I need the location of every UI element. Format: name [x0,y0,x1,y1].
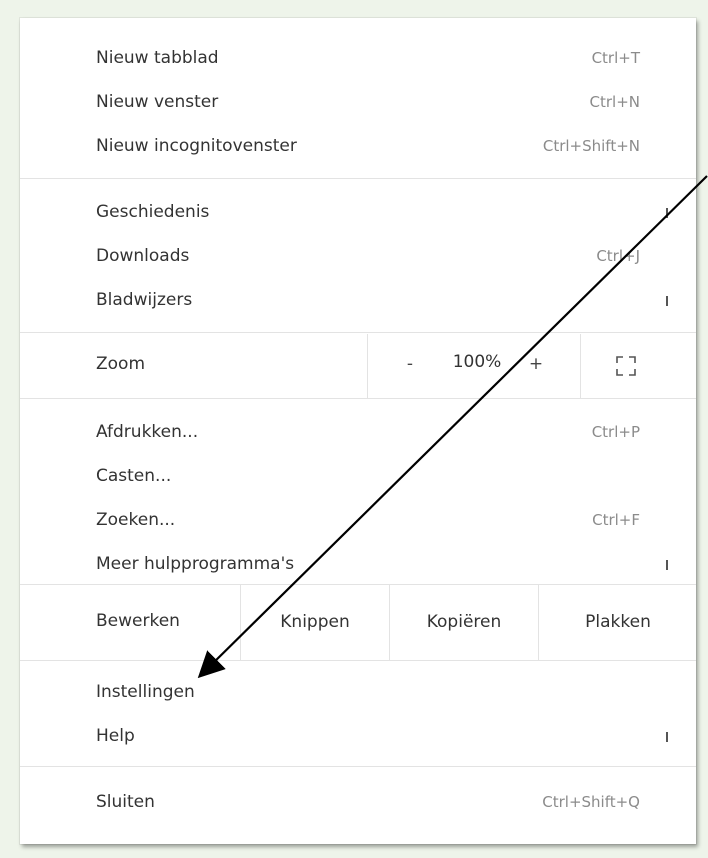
menu-item-more-tools[interactable]: Meer hulpprogramma's [20,542,696,586]
edit-row: Bewerken Knippen Kopiëren Plakken [20,584,696,660]
edit-label: Bewerken [96,611,180,631]
find-shortcut: Ctrl+F [592,511,640,529]
menu-separator [20,398,696,399]
zoom-row: Zoom - 100% + [20,334,696,398]
menu-item-new-tab[interactable]: Nieuw tabblad Ctrl+T [20,36,696,80]
screenshot-stage: Nieuw tabblad Ctrl+T Nieuw venster Ctrl+… [0,0,708,858]
chevron-right-icon [666,296,668,306]
menu-item-help[interactable]: Help [20,714,696,758]
new-window-shortcut: Ctrl+N [589,93,640,111]
settings-label: Instellingen [96,682,195,702]
history-label: Geschiedenis [96,202,210,222]
new-incognito-label: Nieuw incognitovenster [96,136,297,156]
menu-item-downloads[interactable]: Downloads Ctrl+J [20,234,696,278]
menu-item-print[interactable]: Afdrukken... Ctrl+P [20,410,696,454]
menu-separator [20,766,696,767]
menu-item-history[interactable]: Geschiedenis [20,190,696,234]
new-incognito-shortcut: Ctrl+Shift+N [542,137,640,155]
zoom-plus-button[interactable]: + [524,352,548,376]
find-label: Zoeken... [96,510,176,530]
print-label: Afdrukken... [96,422,199,442]
menu-item-new-incognito[interactable]: Nieuw incognitovenster Ctrl+Shift+N [20,124,696,168]
exit-shortcut: Ctrl+Shift+Q [542,793,640,811]
cast-label: Casten... [96,466,172,486]
zoom-label: Zoom [96,354,146,374]
menu-separator [20,660,696,661]
fullscreen-icon [616,356,636,376]
menu-item-settings[interactable]: Instellingen [20,670,696,714]
new-tab-shortcut: Ctrl+T [591,49,640,67]
zoom-minus-button[interactable]: - [398,352,422,376]
print-shortcut: Ctrl+P [591,423,640,441]
menu-item-new-window[interactable]: Nieuw venster Ctrl+N [20,80,696,124]
exit-label: Sluiten [96,792,155,812]
zoom-controls: - 100% + [367,334,581,398]
downloads-label: Downloads [96,246,190,266]
menu-separator [20,332,696,333]
copy-button[interactable]: Kopiëren [389,584,538,660]
fullscreen-button[interactable] [584,346,668,386]
menu-item-find[interactable]: Zoeken... Ctrl+F [20,498,696,542]
menu-item-exit[interactable]: Sluiten Ctrl+Shift+Q [20,780,696,824]
chevron-right-icon [666,560,668,570]
help-label: Help [96,726,135,746]
menu-item-cast[interactable]: Casten... [20,454,696,498]
zoom-percentage: 100% [452,352,502,372]
cut-button[interactable]: Knippen [240,584,389,660]
more-tools-label: Meer hulpprogramma's [96,554,295,574]
chevron-right-icon [666,732,668,742]
new-tab-label: Nieuw tabblad [96,48,219,68]
paste-button[interactable]: Plakken [538,584,696,660]
browser-menu-panel: Nieuw tabblad Ctrl+T Nieuw venster Ctrl+… [20,18,696,844]
menu-item-bookmarks[interactable]: Bladwijzers [20,278,696,322]
new-window-label: Nieuw venster [96,92,219,112]
downloads-shortcut: Ctrl+J [596,247,640,265]
chevron-right-icon [666,208,668,218]
bookmarks-label: Bladwijzers [96,290,193,310]
menu-separator [20,178,696,179]
